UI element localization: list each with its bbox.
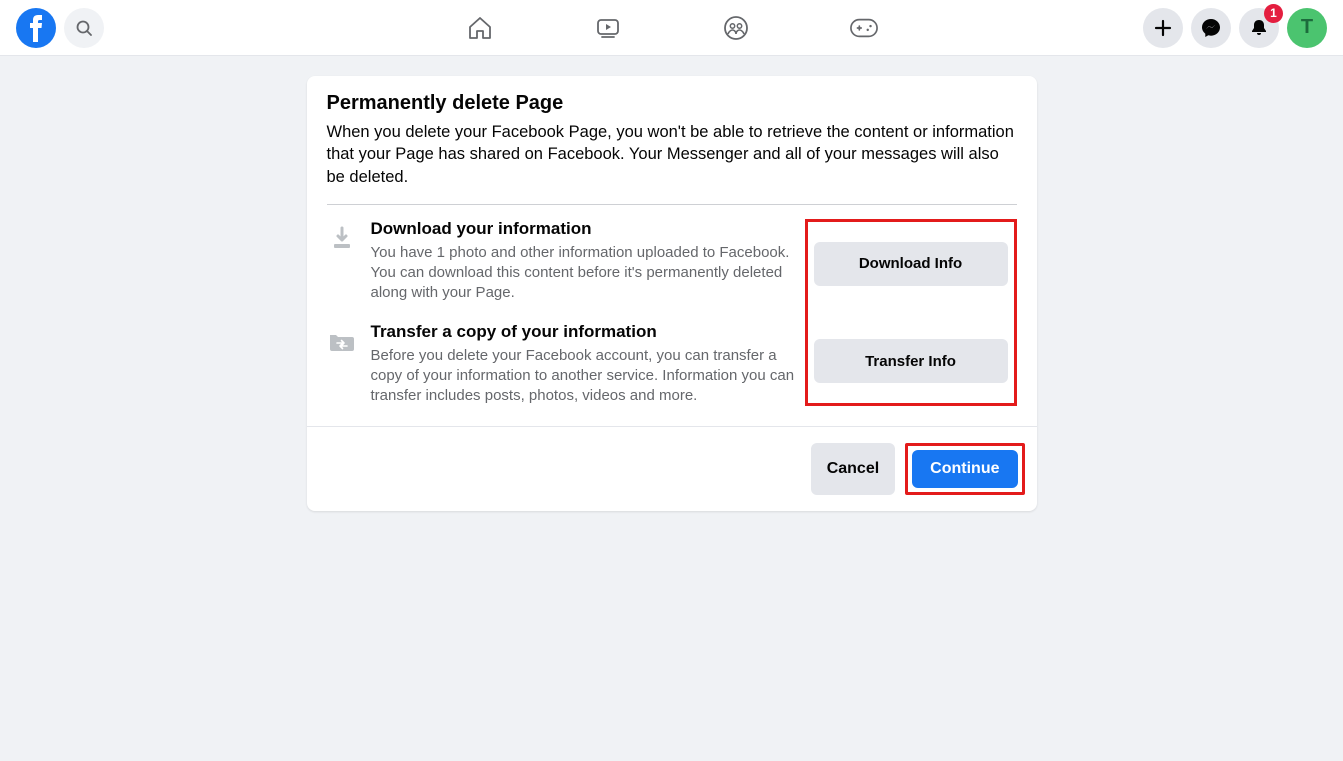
topbar: 1 T [0,0,1343,56]
transfer-info-row: Transfer a copy of your information Befo… [327,322,795,407]
card-description: When you delete your Facebook Page, you … [327,121,1017,188]
search-icon [76,20,92,36]
delete-page-card: Permanently delete Page When you delete … [307,76,1037,511]
nav-gaming[interactable] [850,14,878,42]
plus-icon [1154,19,1172,37]
avatar[interactable]: T [1287,8,1327,48]
transfer-info-desc: Before you delete your Facebook account,… [371,346,795,407]
download-icon [327,223,357,253]
facebook-logo[interactable] [16,8,56,48]
card-title: Permanently delete Page [327,92,1017,115]
highlight-actions-box: Download Info Transfer Info [805,219,1017,407]
highlight-continue: Continue [905,443,1024,495]
watch-icon [595,15,621,41]
center-nav [466,14,878,42]
topbar-right: 1 T [1143,8,1327,48]
notifications-button[interactable]: 1 [1239,8,1279,48]
transfer-info-text: Transfer a copy of your information Befo… [371,322,795,407]
divider [327,204,1017,205]
groups-icon [723,15,749,41]
search-button[interactable] [64,8,104,48]
nav-home[interactable] [466,14,494,42]
messenger-button[interactable] [1191,8,1231,48]
download-info-desc: You have 1 photo and other information u… [371,243,795,304]
cancel-button[interactable]: Cancel [811,443,895,495]
card-footer: Cancel Continue [307,426,1037,511]
messenger-icon [1201,18,1221,38]
bell-icon [1249,18,1269,38]
gaming-icon [850,18,878,38]
continue-button[interactable]: Continue [912,450,1017,488]
download-info-row: Download your information You have 1 pho… [327,219,795,304]
home-icon [467,15,493,41]
create-button[interactable] [1143,8,1183,48]
card-body: Permanently delete Page When you delete … [307,76,1037,426]
nav-watch[interactable] [594,14,622,42]
topbar-left [16,8,104,48]
nav-groups[interactable] [722,14,750,42]
download-info-text: Download your information You have 1 pho… [371,219,795,304]
transfer-info-button[interactable]: Transfer Info [814,339,1008,383]
download-info-button[interactable]: Download Info [814,242,1008,286]
download-info-title: Download your information [371,219,795,239]
transfer-info-title: Transfer a copy of your information [371,322,795,342]
transfer-icon [327,326,357,356]
notification-badge: 1 [1264,4,1283,23]
